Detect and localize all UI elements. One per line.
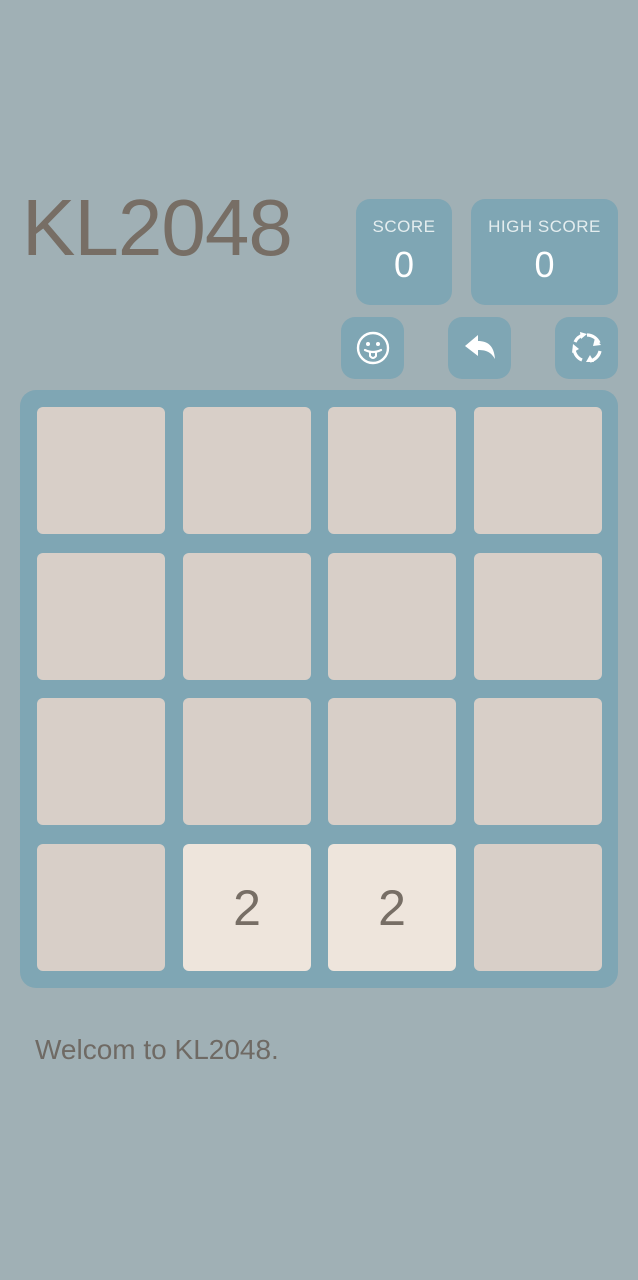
empty-cell [328, 698, 456, 825]
empty-cell [474, 407, 602, 534]
restart-cycle-icon [571, 332, 602, 363]
empty-cell [328, 407, 456, 534]
tile: 2 [183, 844, 311, 971]
high-score-box: HIGH SCORE 0 [471, 199, 618, 305]
empty-cell [474, 698, 602, 825]
game-title: KL2048 [22, 183, 293, 272]
empty-cell [474, 844, 602, 971]
empty-cell [474, 553, 602, 680]
empty-cell [183, 698, 311, 825]
tile: 2 [328, 844, 456, 971]
score-value: 0 [393, 244, 415, 285]
empty-cell [328, 553, 456, 680]
high-score-label: HIGH SCORE [488, 217, 601, 236]
empty-cell [37, 698, 165, 825]
undo-arrow-icon [464, 335, 495, 359]
empty-cell [37, 407, 165, 534]
undo-button[interactable] [448, 317, 511, 379]
empty-cell [37, 844, 165, 971]
game-board[interactable]: 22 [20, 390, 618, 988]
tongue-out-smiley-icon [356, 331, 389, 365]
status-message: Welcom to KL2048. [35, 1034, 279, 1065]
restart-button[interactable] [555, 317, 618, 379]
score-label: SCORE [372, 217, 436, 236]
empty-cell [37, 553, 165, 680]
score-box: SCORE 0 [356, 199, 452, 305]
empty-cell [183, 407, 311, 534]
emoji-button[interactable] [341, 317, 404, 379]
high-score-value: 0 [534, 244, 555, 285]
empty-cell [183, 553, 311, 680]
